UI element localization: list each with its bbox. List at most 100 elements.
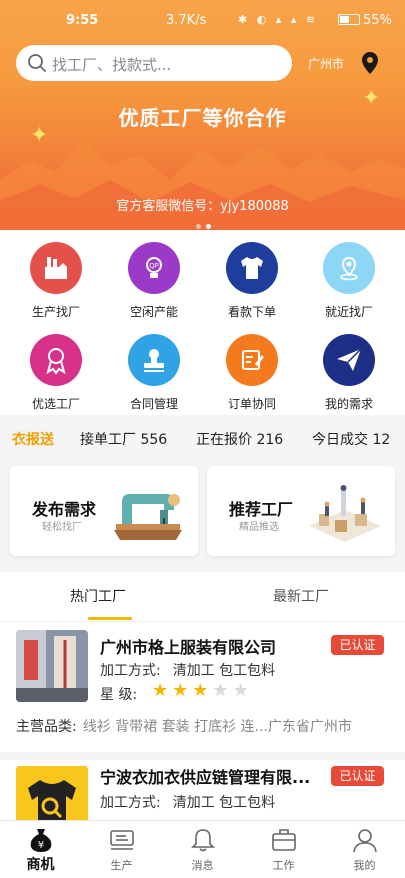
star-rating: 星 级: (100, 684, 137, 704)
grid-item-label: 空闲产能 (129, 305, 178, 319)
list-item[interactable]: 广州市格上服装有限公司 已认证 加工方式: 清加工 包工包料 星 级: ★ ★ ★ ★ ★… (0, 622, 405, 752)
feature-grid: 生产找厂 QP 空闲产能 看款下单 就近找厂 优选工厂 合同管理 订单协同 我的… (0, 230, 405, 415)
process-label: 加工方式: (100, 663, 161, 679)
grid-item-label: 优选工厂 (31, 397, 80, 411)
grid-item-label: 就近找厂 (324, 305, 373, 319)
category-label: 主营品类: (16, 719, 77, 735)
tshirt-icon (226, 242, 278, 294)
star-filled-icon: ★ (152, 680, 169, 701)
search-bar[interactable]: 找工厂、找款式... (16, 45, 292, 81)
location-pin-icon[interactable] (360, 51, 380, 75)
sewing-machine-icon (114, 494, 182, 540)
card-recommended-factory[interactable]: 推荐工厂 精品推选 (207, 466, 395, 556)
banner-wechat: 官方客服微信号：yjy180088 (116, 199, 289, 214)
battery-percent: 55% (363, 13, 392, 28)
factory-name: 宁波衣加衣供应链管理有限... (100, 768, 311, 787)
pagination-dot (196, 224, 201, 229)
grid-item-nearby-factory[interactable]: 就近找厂 (301, 242, 397, 320)
grid-item-order-collaboration[interactable]: 订单协同 (204, 334, 300, 412)
grid-item-label: 看款下单 (227, 305, 276, 319)
grid-item-preferred-factory[interactable]: 优选工厂 (8, 334, 104, 412)
svg-text:¥: ¥ (38, 840, 44, 851)
nav-messages[interactable]: 消息 (162, 821, 243, 878)
banner-slogan: 优质工厂等你合作 (118, 106, 287, 130)
nav-label: 我的 (353, 859, 376, 872)
list-item[interactable]: 宁波衣加衣供应链管理有限... 已认证 加工方式: 清加工 包工包料 (0, 760, 405, 820)
grid-item-contract-management[interactable]: 合同管理 (106, 334, 202, 412)
grid-item-label: 合同管理 (129, 397, 178, 411)
nav-production[interactable]: 生产 (81, 821, 162, 878)
nav-label: 工作 (272, 859, 295, 872)
ticker-brand: 衣报送 (12, 432, 54, 448)
factory-tabs: 热门工厂 最新工厂 (0, 572, 405, 622)
grid-item-production-find-factory[interactable]: 生产找厂 (8, 242, 104, 320)
card-post-requirement[interactable]: 发布需求 轻松找厂 (10, 466, 198, 556)
grid-item-label: 订单协同 (227, 397, 276, 411)
map-pin-icon (323, 242, 375, 294)
process-label: 加工方式: (100, 795, 161, 811)
paper-plane-icon (323, 334, 375, 386)
nav-label: 消息 (191, 859, 214, 872)
search-icon (28, 54, 46, 72)
tab-new-factories[interactable]: 最新工厂 (273, 586, 329, 606)
status-icons: ✱ ◐ ▴ ▴ ≋ (238, 13, 319, 26)
card-title: 发布需求 (32, 500, 97, 519)
main-categories: 主营品类: 线衫 背带裙 套装 打底衫 连...广东省广州市 (16, 716, 352, 736)
battery-icon (338, 14, 360, 25)
battery-indicator: 55% (338, 13, 392, 28)
verified-badge: 已认证 (331, 766, 384, 786)
card-title: 推荐工厂 (229, 500, 294, 519)
tab-hot-factories[interactable]: 热门工厂 (70, 586, 126, 606)
lightbulb-icon: QP (128, 242, 180, 294)
nav-business[interactable]: ¥ 商机 (0, 821, 81, 878)
status-time: 9:55 (66, 13, 99, 28)
rating-label: 星 级: (100, 687, 138, 703)
svg-text:QP: QP (149, 262, 159, 270)
nav-label: 商机 (26, 857, 55, 873)
stat-quoting: 正在报价 216 (196, 429, 283, 449)
star-empty-icon: ★ (212, 680, 229, 701)
star-filled-icon: ★ (172, 680, 189, 701)
money-bag-icon: ¥ (30, 829, 52, 852)
card-subtitle: 精品推选 (239, 522, 279, 533)
header-banner[interactable]: 9:55 3.7K/s ✱ ◐ ▴ ▴ ≋ 55% 找工厂、找款式... 广州市… (0, 0, 405, 230)
factory-thumbnail (16, 766, 88, 820)
stats-ticker[interactable]: 衣报送 接单工厂 556 正在报价 216 今日成交 12 (0, 415, 405, 459)
nav-work[interactable]: 工作 (243, 821, 324, 878)
grid-item-idle-capacity[interactable]: QP 空闲产能 (106, 242, 202, 320)
star-empty-icon: ★ (232, 680, 249, 701)
stamp-icon (128, 334, 180, 386)
grid-item-label: 生产找厂 (31, 305, 80, 319)
bell-icon (191, 829, 215, 852)
sewing-icon (110, 830, 134, 850)
factory-icon (30, 242, 82, 294)
process-value: 清加工 包工包料 (172, 795, 276, 811)
factory-thumbnail (16, 630, 88, 702)
factory-name: 广州市格上服装有限公司 (100, 638, 277, 657)
grid-item-my-requirements[interactable]: 我的需求 (301, 334, 397, 412)
status-bar: 9:55 3.7K/s ✱ ◐ ▴ ▴ ≋ 55% (0, 0, 405, 40)
briefcase-icon (272, 829, 296, 851)
edit-note-icon (226, 334, 278, 386)
process-method: 加工方式: 清加工 包工包料 (100, 792, 275, 812)
stat-value: 216 (256, 432, 284, 448)
process-value: 清加工 包工包料 (172, 663, 276, 679)
city-selector[interactable]: 广州市 (308, 55, 344, 72)
grid-item-view-style-order[interactable]: 看款下单 (204, 242, 300, 320)
verified-badge: 已认证 (331, 635, 384, 655)
nav-me[interactable]: 我的 (324, 821, 405, 878)
battery-fill (340, 16, 349, 23)
card-subtitle: 轻松找厂 (42, 522, 82, 533)
stat-label: 正在报价 (196, 432, 252, 448)
bottom-nav: ¥ 商机 生产 消息 工作 我的 (0, 820, 405, 878)
stat-today-deals: 今日成交 12 (312, 429, 390, 449)
stat-label: 接单工厂 (80, 432, 136, 448)
factory-list: 广州市格上服装有限公司 已认证 加工方式: 清加工 包工包料 星 级: ★ ★ ★ ★ ★… (0, 622, 405, 820)
nav-label: 生产 (110, 859, 133, 872)
banner-pagination (196, 214, 216, 230)
tab-active-indicator (88, 617, 132, 620)
list-divider (0, 752, 405, 760)
stat-value: 556 (140, 432, 168, 448)
grid-item-label: 我的需求 (324, 397, 373, 411)
stat-label: 今日成交 (312, 432, 368, 448)
